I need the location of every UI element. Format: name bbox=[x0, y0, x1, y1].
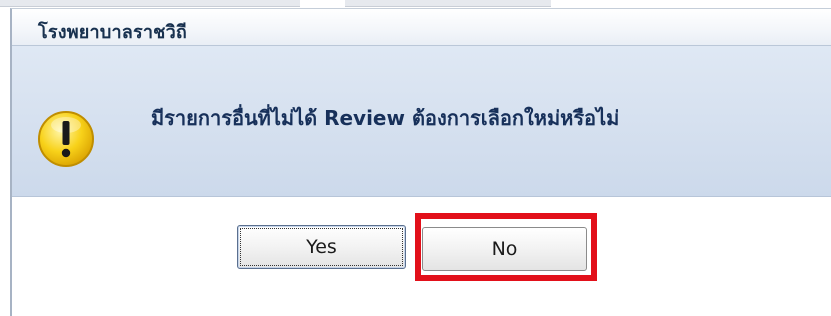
dialog-button-row: Yes No bbox=[12, 197, 831, 316]
yes-button[interactable]: Yes bbox=[237, 225, 406, 269]
dialog-title: โรงพยาบาลราชวิถี bbox=[38, 22, 188, 43]
message-dialog: โรงพยาบาลราชวิถี มีรายการอื่นที่ไม่ได้ R… bbox=[10, 8, 831, 316]
background-window-strip bbox=[0, 0, 831, 8]
dialog-title-bar: โรงพยาบาลราชวิถี bbox=[12, 9, 831, 46]
dialog-message: มีรายการอื่นที่ไม่ได้ Review ต้องการเลือ… bbox=[151, 106, 620, 130]
screen: โรงพยาบาลราชวิถี มีรายการอื่นที่ไม่ได้ R… bbox=[0, 0, 831, 316]
no-button[interactable]: No bbox=[422, 227, 587, 271]
dialog-body: มีรายการอื่นที่ไม่ได้ Review ต้องการเลือ… bbox=[12, 46, 831, 197]
warning-icon bbox=[38, 111, 94, 167]
